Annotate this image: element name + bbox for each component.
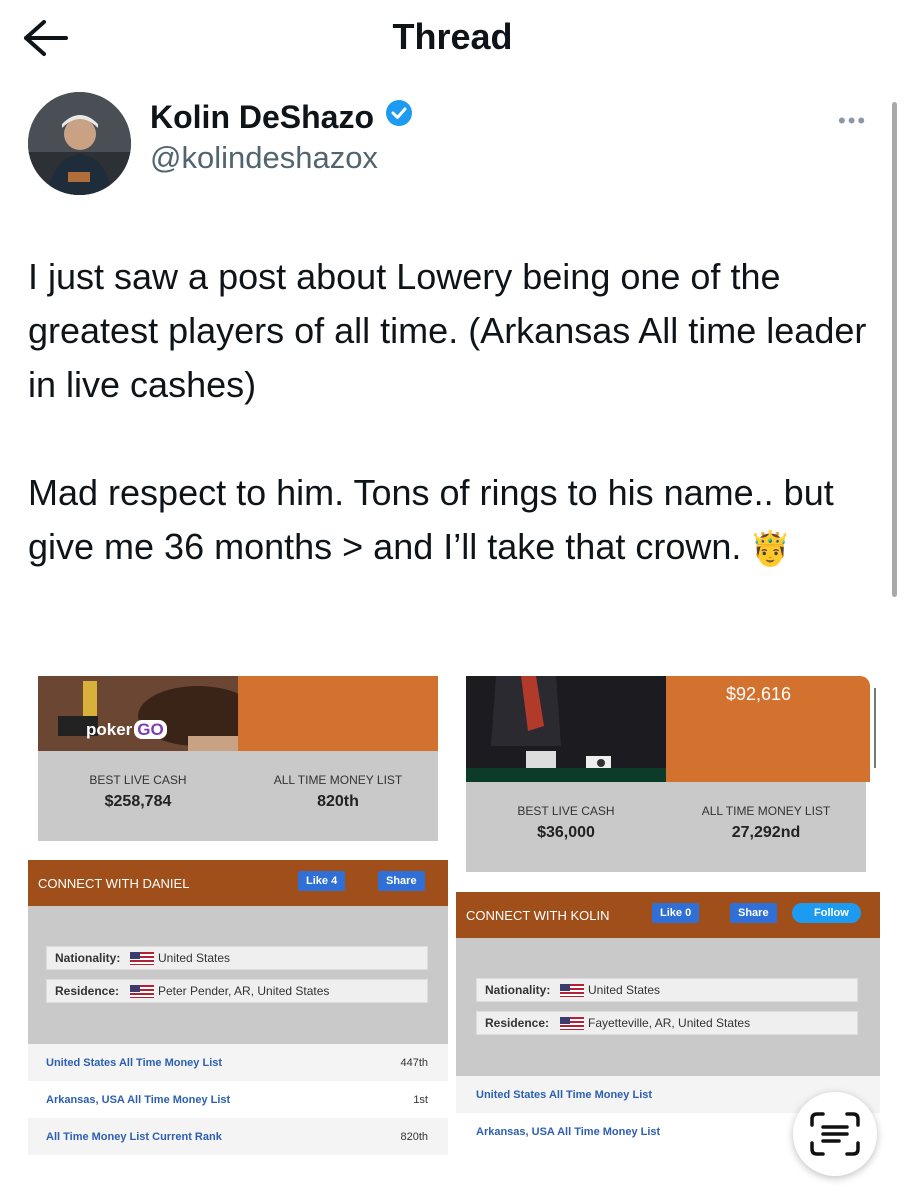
like-button[interactable]: Like 4 [298,871,346,891]
connect-label: CONNECT WITH DANIEL [38,876,190,891]
list-item[interactable]: United States All Time Money List 447th [28,1044,448,1081]
nationality-label: Nationality: [55,951,121,965]
best-live-cash-value: $36,000 [537,824,595,841]
left-media-image[interactable]: poker GO BEST LIVE CASH $258,784 ALL TIME… [28,660,448,1155]
best-live-cash-value: $258,784 [104,793,172,810]
more-options-icon[interactable]: ••• [838,108,867,134]
author-handle[interactable]: @kolindeshazox [150,140,378,176]
tweet-paragraph-1: I just saw a post about Lowery being one… [28,256,867,405]
list-item-label[interactable]: United States All Time Money List [476,1089,652,1101]
us-flag-icon [130,951,154,965]
pokergo-logo: poker GO [86,720,167,740]
pokergo-logo-text: poker [86,720,133,739]
residence-label: Residence: [485,1016,550,1030]
residence-value: Peter Pender, AR, United States [158,984,330,998]
us-flag-icon [560,1016,584,1030]
twitter-follow-button[interactable]: Follow [792,903,861,923]
right-orange-panel: $92,616 [666,676,870,782]
right-media-image[interactable]: $92,616 BEST LIVE CASH $36,000 ALL TIME … [456,660,880,1155]
tweet-paragraph-2: Mad respect to him. Tons of rings to his… [28,466,878,576]
list-item-label[interactable]: All Time Money List Current Rank [46,1131,222,1143]
list-item-rank: 447th [400,1056,428,1069]
list-item-label[interactable]: Arkansas, USA All Time Money List [46,1094,230,1106]
money-list-label: ALL TIME MONEY LIST [273,773,403,787]
list-item-rank: 1st [413,1093,428,1106]
top-bar: Thread [0,0,905,80]
left-connect-bar: CONNECT WITH DANIEL Like 4 Share [28,860,448,906]
connect-label: CONNECT WITH KOLIN [466,908,610,923]
money-list-value: 27,292nd [731,824,801,841]
page-title: Thread [392,16,513,57]
list-item-label[interactable]: United States All Time Money List [46,1057,222,1069]
residence-row: Residence: Peter Pender, AR, United Stat… [46,979,428,1003]
left-orange-panel [238,676,438,751]
right-stats-panel: BEST LIVE CASH $36,000 ALL TIME MONEY LI… [466,782,866,872]
list-item[interactable]: All Time Money List Current Rank 820th [28,1118,448,1155]
tweet-paragraph-2-text: Mad respect to him. Tons of rings to his… [28,472,834,567]
verified-badge-icon [384,98,414,136]
best-live-cash-label: BEST LIVE CASH [89,773,187,787]
right-info-panel: Nationality: United States Residence: Fa… [456,938,880,1076]
crown-emoji: 🤴 [749,530,792,569]
residence-row: Residence: Fayetteville, AR, United Stat… [476,1011,858,1035]
nationality-row: Nationality: United States [476,978,858,1002]
us-flag-icon [560,983,584,997]
live-text-scan-button[interactable] [793,1092,877,1176]
right-connect-bar: CONNECT WITH KOLIN Like 0 Share Follow [456,892,880,938]
share-button[interactable]: Share [730,903,777,923]
top-amount: $92,616 [726,684,792,704]
nationality-row: Nationality: United States [46,946,428,970]
scrollbar[interactable] [892,102,897,597]
tweet-text: I just saw a post about Lowery being one… [28,250,878,576]
left-info-panel: Nationality: United States Residence: Pe… [28,906,448,1044]
text-scan-icon [810,1112,860,1156]
left-rank-list: United States All Time Money List 447th … [28,1044,448,1155]
residence-label: Residence: [55,984,120,998]
money-list-value: 820th [317,793,359,810]
avatar[interactable] [28,92,131,195]
right-photo [466,676,666,782]
us-flag-icon [130,984,154,998]
pokergo-logo-badge: GO [134,720,167,739]
left-stats-panel: BEST LIVE CASH $258,784 ALL TIME MONEY L… [38,751,438,841]
list-item-rank: 820th [400,1130,428,1143]
residence-value: Fayetteville, AR, United States [588,1016,751,1030]
nationality-value: United States [588,983,661,997]
nationality-label: Nationality: [485,983,551,997]
author-name[interactable]: Kolin DeShazo [150,99,374,136]
list-item-label[interactable]: Arkansas, USA All Time Money List [476,1126,660,1138]
best-live-cash-label: BEST LIVE CASH [517,804,615,818]
nationality-value: United States [158,951,231,965]
share-button[interactable]: Share [378,871,425,891]
like-button[interactable]: Like 0 [652,903,700,923]
author-name-row[interactable]: Kolin DeShazo [150,98,414,136]
left-photo: poker GO [38,676,238,751]
list-item[interactable]: Arkansas, USA All Time Money List 1st [28,1081,448,1118]
money-list-label: ALL TIME MONEY LIST [701,804,831,818]
right-edge-line [874,688,876,768]
